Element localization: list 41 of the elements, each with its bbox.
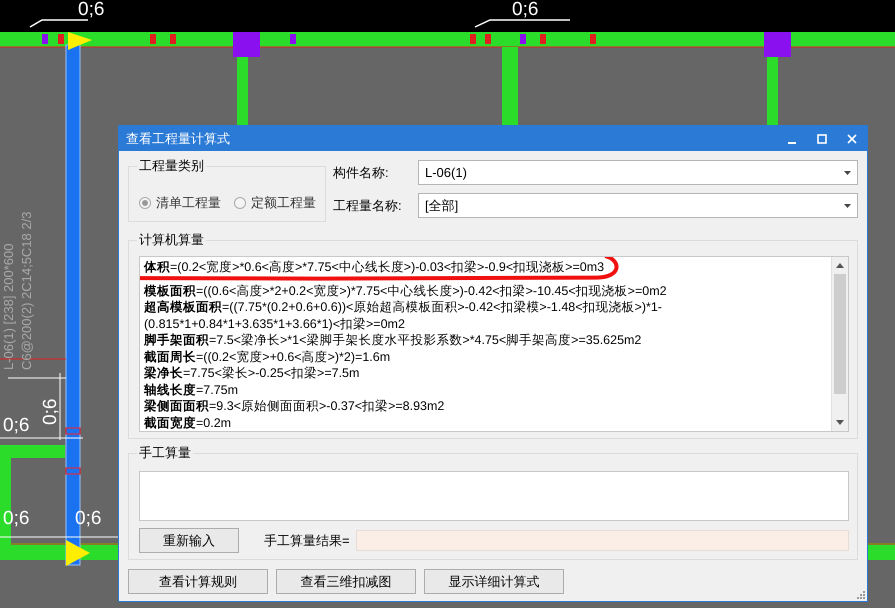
caret-icon	[844, 204, 851, 208]
dropdown-field[interactable]: L-06(1)	[418, 160, 858, 185]
field-label: 构件名称:	[333, 164, 390, 182]
radio-button[interactable]	[139, 196, 151, 209]
close-icon	[847, 134, 857, 144]
formula-line: 轴线长度=7.75m	[144, 382, 240, 398]
action-button[interactable]: 显示详细计算式	[424, 569, 564, 594]
group-legend: 手工算量	[137, 445, 193, 461]
formula-line: 体积=(0.2<宽度>*0.6<高度>*7.75<中心线长度>)-0.03<扣梁>-0.9<扣现浇板>=0m3	[144, 259, 604, 276]
formula-line: 超高模板面积=((7.75*(0.2+0.6+0.6))<原始超高模板面积>-0.42<扣梁模>-1.48<扣现浇板>)*1-(0.815*1+0.84*1+3.635*1+3.66*1)<扣梁>=0m2	[144, 299, 663, 332]
formula-line: 梁净长=7.75<梁长>-0.25<扣梁>=7.5m	[144, 365, 360, 382]
dimension-label: 0;6	[512, 0, 538, 20]
maximize-icon	[817, 134, 827, 144]
beam-label: C6@200(2) 2C14;5C18 2/3	[19, 212, 34, 370]
dimension-label: 0;6	[3, 415, 30, 436]
radio-button[interactable]	[234, 196, 246, 209]
action-button[interactable]: 查看三维扣减图	[276, 569, 416, 594]
radio-label[interactable]: 定额工程量	[251, 193, 316, 212]
window-title: 查看工程量计算式	[126, 130, 231, 148]
action-button[interactable]: 查看计算规则	[128, 569, 268, 594]
dropdown-field[interactable]: [全部]	[418, 193, 858, 218]
result-label: 手工算量结果=	[264, 532, 350, 550]
scroll-thumb[interactable]	[834, 274, 846, 394]
formula-line: 梁侧面面积=9.3<原始侧面面积>-0.37<扣梁>=8.93m2	[144, 398, 446, 414]
input-field[interactable]	[139, 471, 849, 521]
caret-icon	[844, 170, 851, 174]
formula-line: 截面周长=((0.2<宽度>+0.6<高度>)*2)=1.6m	[144, 348, 392, 365]
dimension-label: 0;6	[40, 398, 61, 425]
formula-line: 模板面积=((0.6<高度>*2+0.2<宽度>)*7.75<中心线长度>)-0.42<扣梁>-10.45<扣现浇板>=0m2	[144, 282, 668, 299]
dimension-label: 0;6	[78, 0, 104, 20]
radio-label[interactable]: 清单工程量	[156, 193, 221, 212]
group-legend: 计算机算量	[137, 232, 206, 248]
minimize-icon	[787, 142, 797, 144]
reset-button[interactable]: 重新输入	[139, 528, 239, 553]
formula-line: 脚手架面积=7.5<梁净长>*1<梁脚手架长度水平投影系数>*4.75<脚手架高度>=35.625m2	[144, 332, 642, 348]
scrollbar[interactable]	[831, 257, 848, 431]
group-legend: 工程量类别	[137, 158, 206, 174]
formula-line: 截面宽度=0.2m	[144, 414, 232, 431]
beam-label: L-06(1) [238] 200*600	[1, 244, 16, 370]
resize-grip-icon[interactable]	[857, 591, 865, 599]
field-label: 工程量名称:	[333, 196, 403, 215]
